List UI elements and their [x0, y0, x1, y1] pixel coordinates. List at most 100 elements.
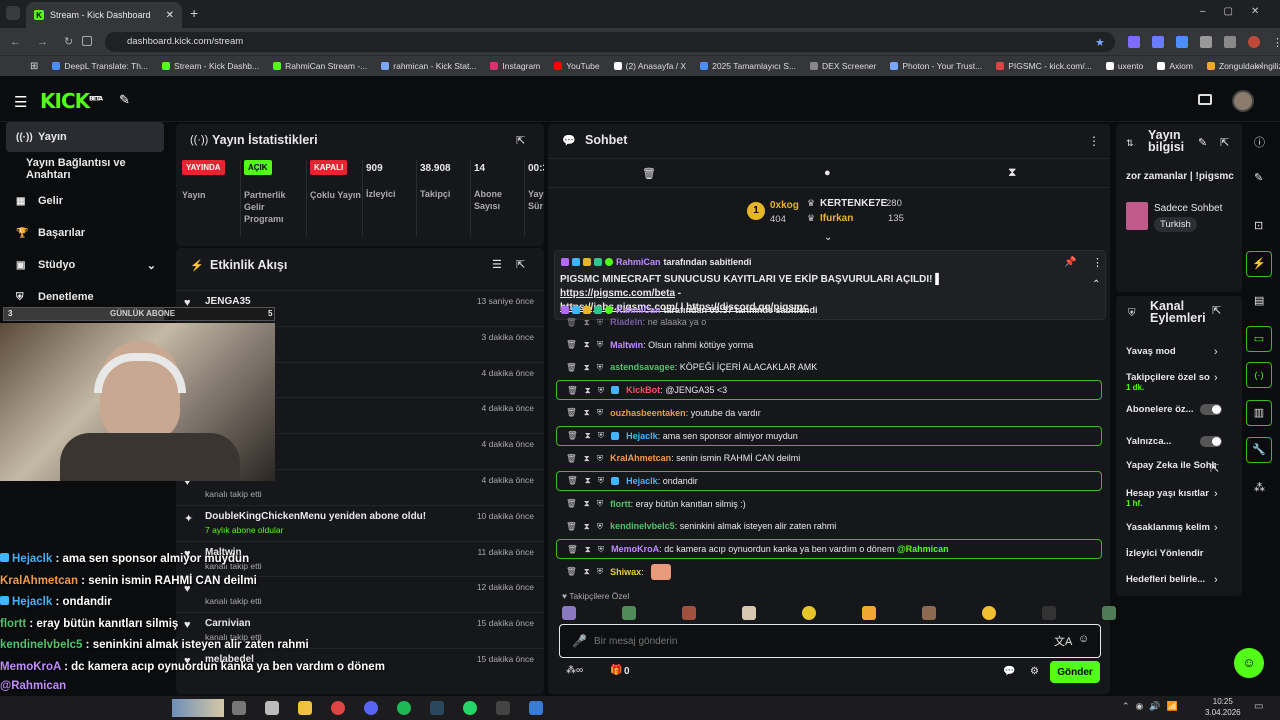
more-bookmarks-icon[interactable]: » — [1256, 61, 1262, 72]
chat-username[interactable]: Riadein — [610, 317, 643, 327]
action-item[interactable]: Hesap yaşı kısıtlar 1 hf. › — [1126, 488, 1236, 510]
timeout-icon[interactable]: ⧗ — [585, 385, 591, 396]
collapse-chevron-icon[interactable]: ⌄ — [824, 232, 832, 243]
chat-input-box[interactable]: 🎤 文A ☺ — [559, 624, 1101, 658]
emoji-icon[interactable]: ☺ — [1078, 633, 1089, 645]
emote-icon[interactable] — [622, 606, 636, 620]
puzzle-icon[interactable] — [1200, 36, 1212, 48]
emote-icon[interactable] — [802, 606, 816, 620]
pinned-menu-icon[interactable]: ⋮ — [1092, 256, 1103, 269]
wrench-icon[interactable]: 🔧 — [1246, 437, 1272, 463]
timeout-icon[interactable]: ⧗ — [584, 407, 590, 418]
bookmark-item[interactable]: uxento — [1105, 61, 1143, 71]
action-item[interactable]: İzleyici Yönlendir — [1126, 548, 1236, 570]
notification-icon[interactable]: ▭ — [1254, 701, 1263, 712]
hamburger-menu-icon[interactable]: ☰ — [14, 93, 27, 111]
bookmark-item[interactable]: DEX Screener — [810, 61, 876, 71]
action-item[interactable]: Yasaklanmış kelim › — [1126, 522, 1236, 544]
app-icon[interactable] — [529, 701, 543, 715]
emote-icon[interactable] — [682, 606, 696, 620]
popout-icon[interactable]: ⇱ — [516, 258, 525, 271]
chat-username[interactable]: astendsavagee — [610, 362, 675, 372]
obs-icon[interactable] — [496, 701, 510, 715]
bookmark-item[interactable]: YouTube — [554, 61, 600, 71]
delete-message-icon[interactable]: 🗑 — [566, 521, 577, 532]
browser-menu-icon[interactable]: ⋮ — [1272, 36, 1280, 49]
timeout-icon[interactable]: ⧗ — [584, 566, 590, 577]
timeout-icon[interactable]: ⧗ — [584, 453, 590, 464]
apps-grid-icon[interactable]: ⊞ — [30, 61, 38, 72]
gift-icon[interactable]: 🎁 — [610, 665, 622, 676]
emote-icon[interactable] — [922, 606, 936, 620]
delete-message-icon[interactable]: 🗑 — [566, 362, 577, 373]
extension-icon[interactable] — [1152, 36, 1164, 48]
filter-icon[interactable]: ☰ — [492, 258, 502, 271]
timeout-icon[interactable]: ⧗ — [585, 544, 591, 555]
toggle-switch[interactable] — [1200, 404, 1222, 415]
task-view-icon[interactable] — [232, 701, 246, 715]
action-item[interactable]: Yapay Zeka ile Sohbet Denetimi⇱ — [1126, 460, 1236, 482]
download-icon[interactable] — [1224, 36, 1236, 48]
translate-icon[interactable]: 文A — [1054, 633, 1072, 649]
wallet-icon[interactable] — [1198, 94, 1212, 105]
discord-icon[interactable] — [364, 701, 378, 715]
action-item[interactable]: Takipçilere özel so 1 dk. › — [1126, 372, 1236, 394]
timeout-icon[interactable]: ⧗ — [584, 339, 590, 350]
timeout-icon[interactable]: ⧗ — [584, 362, 590, 373]
chevron-right-icon[interactable]: › — [1214, 574, 1218, 586]
bookmark-item[interactable]: rahmican - Kick Stat... — [381, 61, 476, 71]
action-item[interactable]: Yavaş mod › — [1126, 346, 1236, 368]
emote-icon[interactable] — [1042, 606, 1056, 620]
pinned-link-1[interactable]: https://pigsmc.com/beta — [560, 288, 675, 299]
timeout-icon[interactable]: ⧗ — [585, 475, 591, 486]
bookmark-item[interactable]: Stream - Kick Dashb... — [162, 61, 259, 71]
edit-icon[interactable]: ✎ — [1254, 171, 1263, 184]
bookmark-item[interactable]: Photon - Your Trust... — [890, 61, 982, 71]
new-tab-icon[interactable]: + — [190, 5, 198, 21]
delete-message-icon[interactable]: 🗑 — [566, 407, 577, 418]
action-item[interactable]: Abonelere öz... — [1126, 404, 1236, 426]
hourglass-icon[interactable]: ⧗ — [1008, 165, 1016, 180]
chat-menu-icon[interactable]: ⋮ — [1088, 134, 1100, 148]
chat-mention[interactable]: @Rahmican — [897, 544, 949, 554]
delete-message-icon[interactable]: 🗑 — [566, 339, 577, 350]
tab-list-icon[interactable] — [6, 6, 20, 20]
timeout-icon[interactable]: ⧗ — [584, 498, 590, 509]
pin-tool-icon[interactable]: ✎ — [119, 92, 130, 108]
lightning-icon[interactable]: ⚡ — [1246, 251, 1272, 277]
chevron-right-icon[interactable]: › — [1214, 372, 1218, 384]
window-controls[interactable]: –▢✕ — [1200, 6, 1277, 17]
chat-username[interactable]: kendinelvbelc5 — [610, 521, 675, 531]
emote-icon[interactable] — [562, 606, 576, 620]
chevron-down-icon[interactable]: ⌄ — [147, 259, 156, 272]
chat-username[interactable]: Hejaclk — [626, 476, 658, 486]
document-icon[interactable]: ▤ — [1254, 294, 1264, 307]
delete-message-icon[interactable]: 🗑 — [566, 453, 577, 464]
bookmark-item[interactable]: Axiom — [1157, 61, 1193, 71]
folder-icon[interactable] — [298, 701, 312, 715]
clock[interactable]: 10:25 3.04.2026 — [1205, 696, 1241, 718]
timeout-icon[interactable]: ⧗ — [584, 521, 590, 532]
timeout-icon[interactable]: ⧗ — [585, 430, 591, 441]
sidebar-item-4[interactable]: 🏆 Başarılar — [6, 218, 164, 248]
chat-username[interactable]: Maltwin — [610, 340, 643, 350]
sidebar-item-2[interactable]: Yayın Bağlantısı ve Anahtarı — [6, 154, 164, 184]
chat-icon[interactable]: ▭ — [1246, 326, 1272, 352]
chat-message-input[interactable] — [594, 631, 1014, 651]
emote-icon[interactable] — [1102, 606, 1116, 620]
delete-message-icon[interactable]: 🗑 — [566, 566, 577, 577]
sidebar-item-3[interactable]: ▦ Gelir — [6, 186, 164, 216]
edit-icon[interactable]: ✎ — [1198, 136, 1207, 149]
action-item[interactable]: Yalnızca... — [1126, 436, 1236, 458]
action-item[interactable]: Hedefleri belirle... › — [1126, 574, 1236, 596]
focus-icon[interactable]: ⊡ — [1254, 219, 1263, 232]
popout-icon[interactable]: ⇱ — [1212, 304, 1221, 317]
bookmark-item[interactable]: RahmiCan Stream -... — [273, 61, 367, 71]
mic-icon[interactable]: 🎤 — [572, 634, 587, 648]
chat-settings-icon[interactable]: 💬 — [1003, 666, 1015, 677]
storage-icon[interactable]: ▥ — [1246, 400, 1272, 426]
close-tab-icon[interactable]: ✕ — [166, 10, 174, 21]
popout-icon[interactable]: ⇱ — [516, 134, 525, 147]
steam-icon[interactable] — [430, 701, 444, 715]
extension-icon[interactable] — [1176, 36, 1188, 48]
